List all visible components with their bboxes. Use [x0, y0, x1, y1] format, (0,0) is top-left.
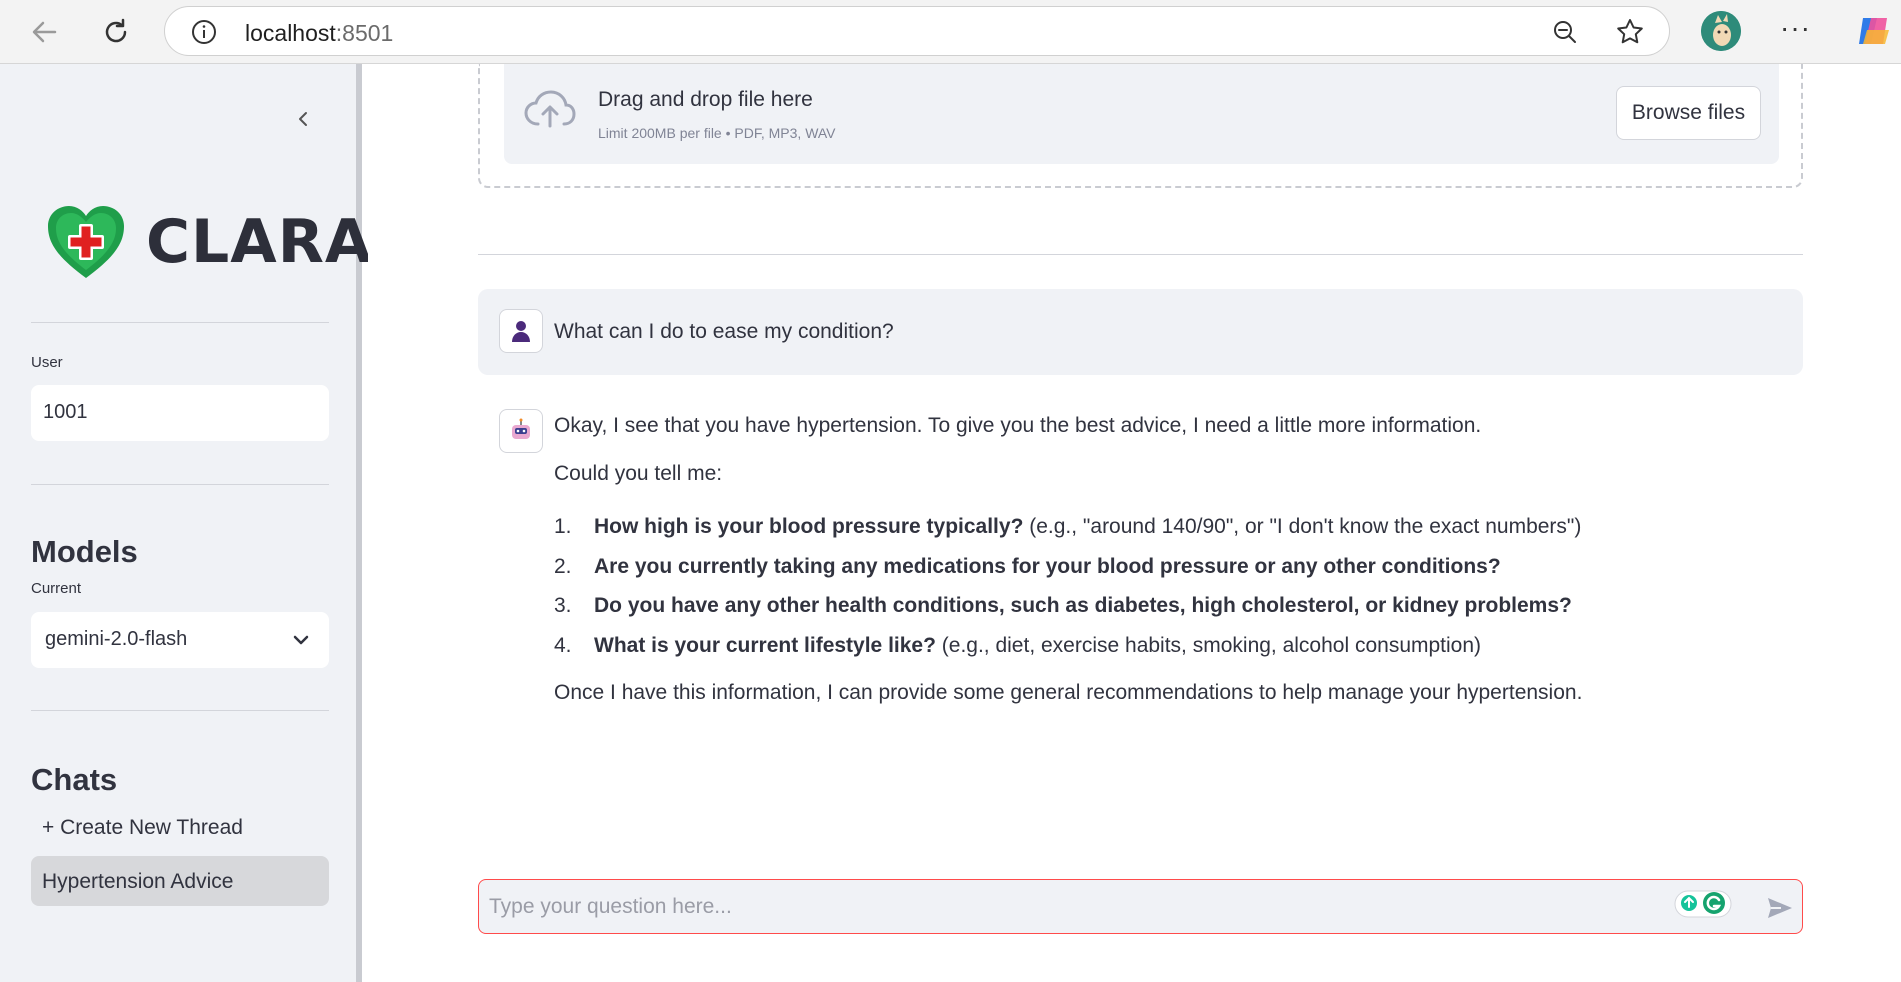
create-new-thread-button[interactable]: + Create New Thread	[42, 816, 243, 840]
chat-input[interactable]	[489, 892, 1639, 922]
user-message: What can I do to ease my condition?	[478, 289, 1803, 375]
dropzone[interactable]: Drag and drop file here Limit 200MB per …	[504, 64, 1779, 164]
list-item: 1. How high is your blood pressure typica…	[554, 512, 1784, 552]
assistant-ask: Could you tell me:	[554, 462, 723, 485]
assistant-outro: Once I have this information, I can prov…	[554, 681, 1583, 704]
divider	[478, 254, 1803, 255]
user-input[interactable]: 1001	[31, 385, 329, 441]
user-message-text: What can I do to ease my condition?	[554, 320, 894, 343]
cloud-upload-icon	[524, 90, 576, 128]
file-uploader[interactable]: Drag and drop file here Limit 200MB per …	[478, 64, 1803, 188]
grammarly-icon[interactable]	[1674, 889, 1732, 919]
list-item-number: 2.	[554, 554, 572, 578]
list-item-bold: Do you have any other health conditions,…	[594, 594, 1572, 617]
chevron-down-icon	[293, 635, 309, 645]
bot-avatar-icon	[499, 409, 543, 453]
url-text: localhost:8501	[245, 20, 394, 46]
list-item-number: 4.	[554, 633, 572, 657]
address-bar[interactable]: localhost:8501	[164, 6, 1670, 56]
assistant-message-body: Okay, I see that you have hypertension. …	[554, 411, 1784, 707]
list-item-number: 1.	[554, 515, 572, 538]
list-item: 2. Are you currently taking any medicatio…	[554, 552, 1784, 592]
profile-avatar[interactable]	[1701, 11, 1741, 51]
divider	[31, 322, 329, 323]
model-select-value: gemini-2.0-flash	[45, 628, 188, 650]
dropzone-title: Drag and drop file here	[598, 88, 813, 111]
list-item: 3. Do you have any other health condition…	[554, 591, 1784, 631]
browser-toolbar: localhost:8501 ···	[0, 0, 1901, 64]
models-heading: Models	[31, 534, 138, 569]
current-model-label: Current	[31, 580, 82, 597]
assistant-intro: Okay, I see that you have hypertension. …	[554, 414, 1482, 437]
list-item-bold: How high is your blood pressure typicall…	[594, 515, 1024, 538]
divider	[31, 484, 329, 485]
user-avatar-icon	[499, 309, 543, 353]
chats-heading: Chats	[31, 762, 118, 797]
app-logo: CLARA	[46, 204, 372, 280]
send-icon[interactable]	[1764, 892, 1796, 924]
chat-input-box	[478, 879, 1803, 934]
zoom-out-icon[interactable]	[1548, 15, 1582, 49]
collapse-sidebar-icon[interactable]	[288, 104, 318, 134]
dropzone-limit: Limit 200MB per file • PDF, MP3, WAV	[598, 125, 836, 141]
list-item-rest: (e.g., diet, exercise habits, smoking, a…	[935, 633, 1482, 657]
list-item: 4. What is your current lifestyle like? (…	[554, 631, 1784, 671]
app-title: CLARA	[146, 207, 373, 277]
heart-cross-icon	[48, 206, 124, 278]
back-icon[interactable]	[24, 12, 64, 52]
list-item-number: 3.	[554, 594, 572, 617]
user-label: User	[31, 354, 63, 371]
model-select[interactable]: gemini-2.0-flash	[31, 612, 329, 668]
list-item-bold: Are you currently taking any medications…	[594, 554, 1501, 578]
browse-files-button[interactable]: Browse files	[1616, 86, 1761, 140]
question-list: 1. How high is your blood pressure typica…	[554, 512, 1784, 670]
divider	[31, 710, 329, 711]
favorite-star-icon[interactable]	[1613, 15, 1647, 49]
info-icon[interactable]	[187, 15, 221, 49]
list-item-rest: (e.g., "around 140/90", or "I don't know…	[1023, 515, 1582, 538]
copilot-icon[interactable]	[1853, 10, 1895, 52]
sidebar: CLARA User 1001 Models Current gemini-2.…	[0, 64, 371, 982]
more-menu-icon[interactable]: ···	[1780, 14, 1811, 42]
reload-icon[interactable]	[96, 12, 136, 52]
thread-item[interactable]: Hypertension Advice	[31, 856, 329, 906]
list-item-bold: What is your current lifestyle like?	[594, 633, 936, 657]
main-content: Drag and drop file here Limit 200MB per …	[368, 64, 1901, 982]
